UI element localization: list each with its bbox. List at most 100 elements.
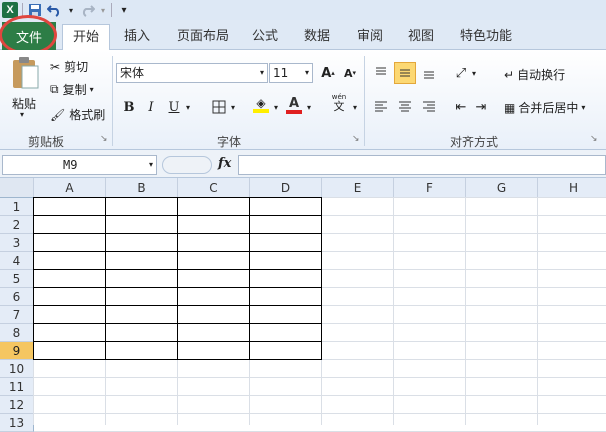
increase-indent-icon[interactable]: ⇥ <box>472 98 490 116</box>
cell-border <box>33 359 322 360</box>
row-header-6[interactable]: 6 <box>0 288 34 306</box>
undo-icon[interactable] <box>47 2 63 18</box>
name-box-value: M9 <box>63 158 78 172</box>
font-color-bar <box>286 109 302 114</box>
cell-border <box>249 197 250 360</box>
align-center-icon[interactable] <box>396 98 414 116</box>
redo-dropdown-icon[interactable]: ▾ <box>99 2 107 18</box>
gridline <box>34 377 606 378</box>
redo-icon[interactable] <box>79 2 95 18</box>
column-header-h[interactable]: H <box>538 178 606 198</box>
column-header-b[interactable]: B <box>106 178 178 198</box>
tab-page-layout[interactable]: 页面布局 <box>177 24 229 50</box>
column-header-f[interactable]: F <box>394 178 466 198</box>
worksheet-grid[interactable]: ABCDEFGH 1 2 3 4 5 6 7 8 9 10 11 12 13 <box>0 178 606 432</box>
format-painter-label: 格式刷 <box>69 108 106 122</box>
tab-view[interactable]: 视图 <box>408 24 434 50</box>
tab-insert[interactable]: 插入 <box>124 24 150 50</box>
copy-icon: ⧉ <box>50 82 59 96</box>
row-header-8[interactable]: 8 <box>0 324 34 342</box>
chevron-down-icon: ▾ <box>304 68 309 77</box>
row-header-13[interactable]: 13 <box>0 414 34 432</box>
format-painter-button[interactable]: 🖌 格式刷 <box>50 106 105 123</box>
formula-input[interactable] <box>238 155 606 175</box>
merge-center-label: 合并后居中 <box>518 101 579 115</box>
select-all-corner[interactable] <box>0 178 34 198</box>
alignment-group-label: 对齐方式 <box>450 135 499 149</box>
row-header-1[interactable]: 1 <box>0 198 34 216</box>
customize-toolbar-icon[interactable]: ▾ <box>116 2 132 18</box>
fill-color-button[interactable]: ◈ <box>252 96 270 114</box>
phonetic-guide-button[interactable]: wén 文 <box>326 93 352 113</box>
decrease-font-size-icon[interactable]: A ▾ <box>341 64 359 82</box>
row-header-2[interactable]: 2 <box>0 216 34 234</box>
align-top-icon[interactable] <box>372 64 390 82</box>
row-header-3[interactable]: 3 <box>0 234 34 252</box>
name-box[interactable]: M9 ▾ <box>2 155 157 175</box>
merge-center-button[interactable]: ▦ 合并后居中 ▾ <box>504 99 585 116</box>
align-bottom-icon[interactable] <box>420 64 438 82</box>
underline-dropdown-icon[interactable]: ▾ <box>183 98 193 116</box>
borders-dropdown-icon[interactable]: ▾ <box>228 98 238 116</box>
bold-button[interactable]: B <box>120 98 138 116</box>
column-header-g[interactable]: G <box>466 178 538 198</box>
toolbar-divider <box>111 3 112 17</box>
tab-data[interactable]: 数据 <box>304 24 330 50</box>
fill-color-dropdown-icon[interactable]: ▾ <box>271 98 281 116</box>
formula-bar-resize-handle[interactable] <box>162 156 212 174</box>
cell-border <box>33 251 322 252</box>
column-header-c[interactable]: C <box>178 178 250 198</box>
tab-special-features[interactable]: 特色功能 <box>460 24 512 50</box>
tab-home[interactable]: 开始 <box>62 24 111 51</box>
insert-function-icon[interactable]: fx <box>218 156 231 171</box>
italic-button[interactable]: I <box>142 98 160 116</box>
tab-formulas[interactable]: 公式 <box>252 24 278 50</box>
font-name-dropdown[interactable]: 宋体 ▾ <box>116 63 268 83</box>
highlight-circle <box>0 15 57 55</box>
row-header-9[interactable]: 9 <box>0 342 34 360</box>
phonetic-char-label: 文 <box>333 100 345 113</box>
wrap-text-button[interactable]: ↵ 自动换行 <box>504 66 565 83</box>
font-launcher-icon[interactable]: ↘ <box>352 134 360 144</box>
decrease-indent-icon[interactable]: ⇤ <box>452 98 470 116</box>
copy-dropdown-icon[interactable]: ▾ <box>90 85 94 94</box>
row-header-4[interactable]: 4 <box>0 252 34 270</box>
borders-icon[interactable] <box>210 98 228 116</box>
cut-button[interactable]: ✂ 剪切 <box>50 58 88 75</box>
cell-border <box>177 197 178 360</box>
clipboard-launcher-icon[interactable]: ↘ <box>100 134 108 144</box>
paste-dropdown-icon[interactable]: ▾ <box>20 110 24 119</box>
row-header-10[interactable]: 10 <box>0 360 34 378</box>
orientation-dropdown-icon[interactable]: ▾ <box>469 64 479 82</box>
row-header-5[interactable]: 5 <box>0 270 34 288</box>
cell-border <box>33 269 322 270</box>
clipboard-group-label: 剪贴板 <box>28 135 65 149</box>
orientation-icon[interactable]: ⤢ <box>452 64 470 82</box>
row-header-7[interactable]: 7 <box>0 306 34 324</box>
excel-app-icon[interactable]: X <box>2 2 18 18</box>
column-header-e[interactable]: E <box>322 178 394 198</box>
align-right-icon[interactable] <box>420 98 438 116</box>
wrap-text-icon: ↵ <box>504 67 515 82</box>
align-left-icon[interactable] <box>372 98 390 116</box>
alignment-launcher-icon[interactable]: ↘ <box>590 134 598 144</box>
undo-dropdown-icon[interactable]: ▾ <box>67 2 75 18</box>
row-header-12[interactable]: 12 <box>0 396 34 414</box>
align-middle-icon[interactable] <box>394 62 416 84</box>
tab-review[interactable]: 审阅 <box>357 24 383 50</box>
copy-button[interactable]: ⧉ 复制 ▾ <box>50 81 94 98</box>
font-size-dropdown[interactable]: 11 ▾ <box>269 63 313 83</box>
phonetic-dropdown-icon[interactable]: ▾ <box>350 98 360 116</box>
font-color-dropdown-icon[interactable]: ▾ <box>304 98 314 116</box>
row-header-11[interactable]: 11 <box>0 378 34 396</box>
paste-icon[interactable] <box>8 54 42 94</box>
cell-border <box>33 197 322 198</box>
font-color-button[interactable]: A <box>285 96 303 114</box>
increase-font-size-icon[interactable]: A ▴ <box>319 64 337 82</box>
cut-label: 剪切 <box>64 60 89 74</box>
chevron-down-icon: ▾ <box>259 68 264 77</box>
merge-dropdown-icon[interactable]: ▾ <box>581 103 585 112</box>
column-header-a[interactable]: A <box>34 178 106 198</box>
underline-button[interactable]: U <box>165 98 183 116</box>
column-header-d[interactable]: D <box>250 178 322 198</box>
